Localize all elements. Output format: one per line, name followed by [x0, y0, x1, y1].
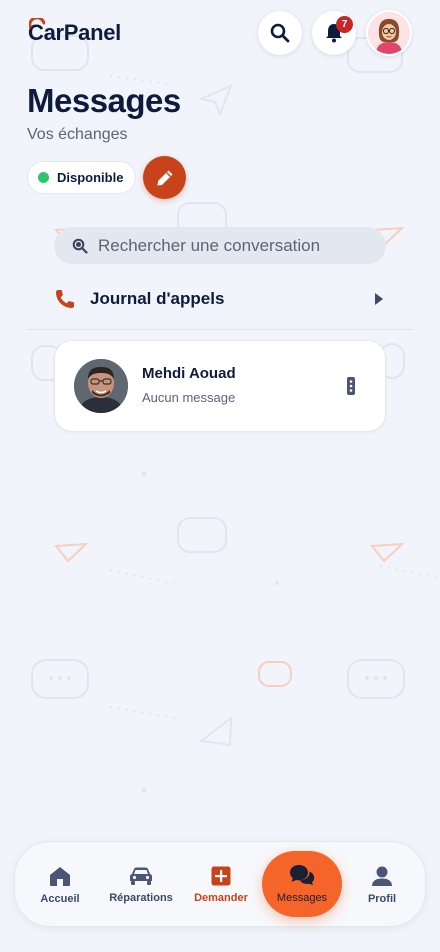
nav-label: Profil [367, 893, 397, 905]
phone-icon [56, 290, 74, 308]
divider [27, 329, 413, 330]
app-header: CarPanel 7 [0, 0, 440, 70]
notification-badge: 7 [336, 16, 353, 33]
contact-name: Mehdi Aouad [142, 365, 236, 382]
user-avatar[interactable] [366, 10, 412, 56]
search-icon [72, 238, 88, 254]
nav-item-reparations[interactable]: Réparations [100, 842, 182, 928]
conversation-item[interactable]: Mehdi Aouad Aucun message [54, 340, 386, 432]
plus-square-icon [211, 866, 231, 886]
nav-item-accueil[interactable]: Accueil [19, 842, 101, 928]
carpanel-logo[interactable]: CarPanel [28, 18, 122, 46]
page-subtitle: Vos échanges [27, 126, 128, 143]
home-icon [50, 867, 70, 886]
nav-label: Accueil [40, 893, 80, 905]
bottom-nav: Accueil Réparations Demander Messages Pr… [14, 841, 426, 927]
call-log-row[interactable]: Journal d'appels [54, 284, 384, 314]
chevron-right-icon [375, 293, 383, 305]
nav-item-demander[interactable]: Demander [180, 842, 262, 928]
search-button[interactable] [258, 11, 302, 55]
nav-label: Réparations [109, 892, 173, 904]
chat-icon [290, 865, 315, 886]
page-title: Messages [27, 82, 181, 119]
pencil-icon [157, 170, 172, 185]
user-icon [372, 866, 392, 886]
new-message-button[interactable] [143, 156, 186, 199]
search-input[interactable] [98, 235, 378, 256]
car-icon [130, 867, 152, 885]
search-icon [270, 23, 290, 43]
status-label: Disponible [57, 170, 124, 185]
conversation-search[interactable] [54, 227, 386, 264]
nav-label: Demander [194, 892, 248, 904]
last-message-preview: Aucun message [142, 390, 236, 405]
logo-accent-icon [29, 18, 45, 28]
online-dot-icon [38, 172, 49, 183]
nav-item-profil[interactable]: Profil [341, 842, 423, 928]
logo-text: arPanel [43, 20, 122, 45]
call-log-label: Journal d'appels [90, 289, 225, 308]
nav-item-messages[interactable]: Messages [262, 851, 342, 917]
more-options-icon[interactable] [345, 376, 357, 396]
contact-avatar [74, 359, 128, 413]
avatar-illustration [368, 12, 410, 54]
availability-status[interactable]: Disponible [27, 161, 137, 194]
nav-label: Messages [276, 892, 328, 904]
contact-photo [74, 359, 128, 413]
